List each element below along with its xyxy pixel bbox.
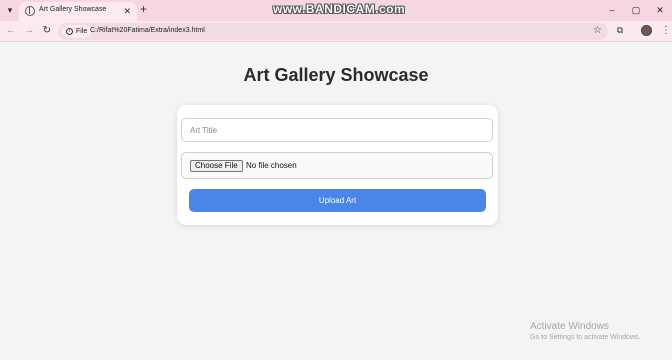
page-content: Art Gallery Showcase Choose File No file… bbox=[0, 43, 672, 360]
address-bar[interactable]: i File C:/Rifat%20Fatima/Extra/index3.ht… bbox=[58, 23, 608, 40]
avatar[interactable] bbox=[641, 25, 652, 36]
activate-subtitle: Go to Settings to activate Windows. bbox=[530, 334, 641, 341]
tab-title: Art Gallery Showcase bbox=[39, 6, 107, 13]
activate-windows-watermark: Activate Windows Go to Settings to activ… bbox=[530, 321, 641, 341]
file-status-text: No file chosen bbox=[246, 161, 297, 170]
kebab-icon[interactable]: ⋮ bbox=[661, 24, 671, 37]
info-icon: i bbox=[66, 28, 73, 35]
art-title-input[interactable] bbox=[181, 118, 493, 142]
arrow-right-icon[interactable]: → bbox=[23, 25, 35, 37]
arrow-left-icon[interactable]: ← bbox=[5, 25, 17, 37]
recorder-watermark: www.BANDICAM.com bbox=[273, 2, 406, 16]
minimize-button[interactable]: – bbox=[600, 0, 624, 21]
new-tab-button[interactable]: + bbox=[140, 3, 147, 15]
reload-icon[interactable]: ↻ bbox=[41, 25, 53, 37]
maximize-button[interactable]: ▢ bbox=[624, 0, 648, 21]
url-text[interactable]: C:/Rifat%20Fatima/Extra/index3.html bbox=[90, 27, 205, 34]
browser-tab[interactable]: Art Gallery Showcase ✕ bbox=[19, 2, 137, 21]
activate-title: Activate Windows bbox=[530, 321, 609, 332]
upload-art-button[interactable]: Upload Art bbox=[189, 189, 486, 212]
close-window-button[interactable]: ✕ bbox=[648, 0, 672, 21]
globe-icon bbox=[25, 6, 35, 16]
close-tab-icon[interactable]: ✕ bbox=[123, 5, 131, 17]
tab-strip: ▾ Art Gallery Showcase ✕ + www.BANDICAM.… bbox=[0, 0, 672, 21]
choose-file-button[interactable]: Choose File bbox=[190, 160, 243, 172]
puzzle-icon[interactable]: ⧉ bbox=[615, 25, 625, 35]
site-info-label: File bbox=[76, 28, 88, 35]
star-icon[interactable]: ☆ bbox=[593, 25, 602, 37]
site-info-chip[interactable]: i File bbox=[62, 25, 92, 38]
tab-search-chevron-icon[interactable]: ▾ bbox=[4, 4, 16, 16]
file-input-field: Choose File No file chosen bbox=[181, 152, 493, 179]
browser-toolbar: ← → ↻ i File C:/Rifat%20Fatima/Extra/ind… bbox=[0, 21, 672, 42]
upload-form-card: Choose File No file chosen Upload Art bbox=[177, 105, 498, 225]
window-controls: – ▢ ✕ bbox=[600, 0, 672, 21]
page-title: Art Gallery Showcase bbox=[243, 65, 429, 85]
